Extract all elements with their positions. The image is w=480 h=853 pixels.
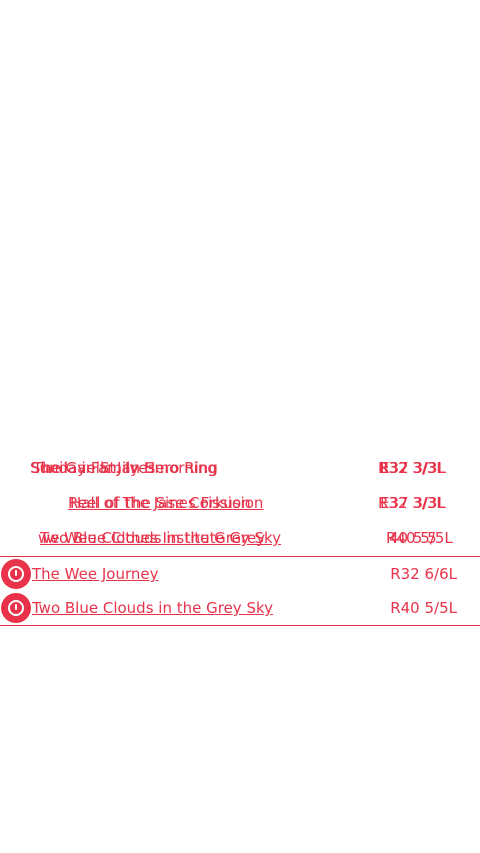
overlapping-title: The Gaelic Jan Smorning [33, 459, 217, 477]
dance-meta: R40 5/5L [390, 599, 457, 617]
list-item[interactable]: Two Blue Clouds in the Grey Sky R40 5/5L [0, 591, 480, 625]
overlapping-title: Two Blue Clouds in the Grey Sky [40, 529, 281, 547]
overlapping-title: Sunday Family Hero Ring [30, 459, 218, 477]
divider [0, 625, 480, 626]
overlapping-meta: R32 3/3L [378, 459, 445, 477]
overlapping-title: Sheila in St. Ives [31, 459, 156, 477]
dance-title-link[interactable]: The Wee Journey [32, 557, 158, 591]
overlapping-meta: 40 5 5 [389, 529, 437, 547]
dance-list: The Wee Journey R32 6/6L Two Blue Clouds… [0, 556, 480, 626]
overlapping-meta: E37 3/3L [380, 494, 446, 512]
overlapping-meta: R32 3/3L [378, 494, 445, 512]
overlapping-title: Hall of The Sines Fission [70, 494, 251, 512]
overlapping-row-3: Two Blue Clouds in the Grey Sky we Wee C… [0, 526, 480, 550]
info-icon[interactable] [1, 559, 31, 589]
list-item[interactable]: The Wee Journey R32 6/6L [0, 557, 480, 591]
overlapping-meta: R32 3/3L [379, 459, 446, 477]
overlapping-row-2: Reel of the Jase Corkusion Hall of The S… [0, 491, 480, 515]
overlapping-row-1: Sheila in St. Ives Sunday Family Hero Ri… [0, 456, 480, 480]
overlapping-meta: R40 5/5L [386, 529, 453, 547]
info-icon[interactable] [1, 593, 31, 623]
overlapping-text-area: Sheila in St. Ives Sunday Family Hero Ri… [0, 0, 480, 853]
overlapping-title: we Wee Clothes Institute Grey [38, 529, 266, 547]
dance-title-link[interactable]: Two Blue Clouds in the Grey Sky [32, 591, 273, 625]
dance-meta: R32 6/6L [390, 565, 457, 583]
overlapping-meta: E37 3/3L [380, 459, 446, 477]
overlapping-title: Reel of the Jase Corkusion [68, 494, 264, 512]
